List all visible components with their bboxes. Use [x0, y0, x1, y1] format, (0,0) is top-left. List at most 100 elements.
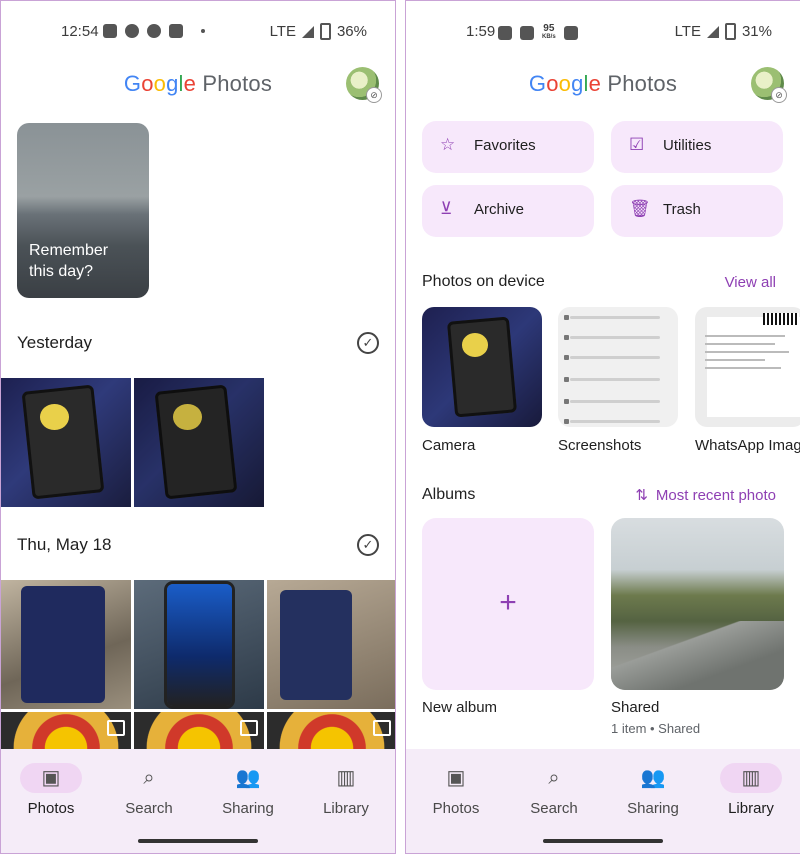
nav-photos[interactable]: ▣ Photos: [6, 763, 96, 817]
favorites-button[interactable]: ☆ Favorites: [422, 121, 594, 173]
photos-on-device-title: Photos on device: [422, 273, 545, 290]
logo-brand: Google: [123, 71, 197, 96]
app-notification-icon: [563, 26, 578, 40]
memory-caption: Remember this day?: [29, 242, 109, 280]
portrait-badge-icon: [107, 720, 125, 736]
chip-label: Favorites: [474, 137, 536, 154]
folder-label: Screenshots: [558, 437, 642, 454]
photo-thumbnail[interactable]: [134, 378, 264, 507]
app-notification-icon: [498, 26, 512, 40]
nav-label: Search: [530, 800, 578, 817]
folder-row-icon: [564, 315, 569, 320]
library-screen: 1:59 95 KB/s LTE 31% Google Photos ⊘ ☆ F…: [405, 0, 800, 854]
people-icon: 👥: [640, 767, 666, 789]
portrait-badge-icon: [373, 720, 391, 736]
status-time: 12:54: [61, 23, 99, 40]
folder-row-icon: [564, 335, 569, 340]
notification-icons: [103, 24, 205, 38]
app-logo: Google Photos: [406, 71, 800, 97]
battery-icon: [724, 23, 736, 40]
photo-thumbnail[interactable]: [1, 378, 131, 507]
memory-card[interactable]: Remember this day?: [17, 123, 149, 298]
album-label: New album: [422, 699, 498, 716]
status-bar: 1:59 95 KB/s LTE 31%: [406, 19, 800, 45]
system-status: LTE 31%: [675, 23, 772, 40]
folder-row-icon: [564, 377, 569, 382]
message-icon: [103, 24, 117, 38]
network-label: LTE: [269, 23, 296, 40]
albums-title: Albums: [422, 486, 476, 503]
folder-row-icon: [564, 419, 569, 424]
account-avatar[interactable]: ⊘: [346, 67, 382, 103]
photo-thumbnail[interactable]: [267, 580, 395, 709]
backup-off-icon: ⊘: [771, 87, 787, 103]
nav-label: Sharing: [222, 800, 274, 817]
section-title-may18: Thu, May 18: [17, 535, 112, 554]
folder-screenshots[interactable]: [558, 307, 678, 427]
nav-sharing[interactable]: 👥 Sharing: [608, 763, 698, 817]
library-icon: ▥: [336, 767, 356, 789]
signal-icon: [706, 25, 719, 38]
sort-icon: ⇅: [635, 487, 648, 504]
select-all-check-icon[interactable]: ✓: [357, 332, 379, 354]
view-all-link[interactable]: View all: [725, 274, 776, 291]
folder-row-icon: [564, 355, 569, 360]
chip-label: Trash: [663, 201, 701, 218]
utilities-icon: ☑: [629, 135, 645, 154]
whatsapp-icon: [125, 24, 139, 38]
search-icon: ⌕: [548, 767, 560, 789]
nav-search[interactable]: ⌕ Search: [509, 763, 599, 817]
trash-icon: 🗑: [629, 199, 651, 218]
photo-thumbnail[interactable]: [1, 580, 131, 709]
system-status: LTE 36%: [270, 23, 367, 40]
nav-library[interactable]: ▥ Library: [706, 763, 796, 817]
gesture-bar[interactable]: [543, 839, 663, 843]
library-icon: ▥: [741, 767, 761, 789]
album-meta: 1 item • Shared: [611, 721, 701, 736]
logo-brand: Google: [528, 71, 602, 96]
folder-row-icon: [564, 399, 569, 404]
sort-albums-button[interactable]: ⇅ Most recent photo: [635, 486, 776, 504]
call-icon: [147, 24, 161, 38]
status-bar: 12:54 LTE 36%: [1, 19, 395, 45]
nav-search[interactable]: ⌕ Search: [104, 763, 194, 817]
new-album-button[interactable]: +: [422, 518, 594, 690]
net-speed: 95 KB/s: [542, 24, 556, 42]
nav-sharing[interactable]: 👥 Sharing: [203, 763, 293, 817]
nav-photos[interactable]: ▣ Photos: [411, 763, 501, 817]
folder-whatsapp-images[interactable]: [695, 307, 800, 427]
app-logo: Google Photos: [1, 71, 395, 97]
star-icon: ☆: [440, 135, 456, 154]
chip-label: Utilities: [663, 137, 712, 154]
search-icon: ⌕: [143, 767, 155, 789]
archive-button[interactable]: ⊻ Archive: [422, 185, 594, 237]
shared-album[interactable]: [611, 518, 784, 690]
more-dot-icon: [201, 29, 205, 33]
folder-camera[interactable]: [422, 307, 542, 427]
sort-label: Most recent photo: [655, 487, 776, 504]
network-label: LTE: [674, 23, 701, 40]
battery-icon: [319, 23, 331, 40]
photo-icon: ▣: [41, 767, 61, 789]
folder-label: WhatsApp Imag: [695, 437, 800, 454]
logo-product: Photos: [607, 71, 678, 96]
section-title-yesterday: Yesterday: [17, 333, 92, 352]
gesture-bar[interactable]: [138, 839, 258, 843]
nav-library[interactable]: ▥ Library: [301, 763, 391, 817]
photo-thumbnail[interactable]: [134, 580, 264, 709]
battery-percent: 36%: [336, 23, 367, 40]
nav-label: Photos: [432, 800, 480, 817]
account-avatar[interactable]: ⊘: [751, 67, 787, 103]
utilities-button[interactable]: ☑ Utilities: [611, 121, 783, 173]
add-icon: +: [499, 586, 517, 619]
notification-icons: 95 KB/s: [498, 24, 578, 42]
mail-icon: [520, 26, 534, 40]
select-all-check-icon[interactable]: ✓: [357, 534, 379, 556]
bottom-navigation: ▣ Photos ⌕ Search 👥 Sharing ▥ Library: [406, 749, 800, 853]
trash-button[interactable]: 🗑 Trash: [611, 185, 783, 237]
archive-icon: ⊻: [440, 199, 453, 218]
logo-product: Photos: [202, 71, 273, 96]
portrait-badge-icon: [240, 720, 258, 736]
signal-icon: [301, 25, 314, 38]
nav-label: Library: [323, 800, 369, 817]
